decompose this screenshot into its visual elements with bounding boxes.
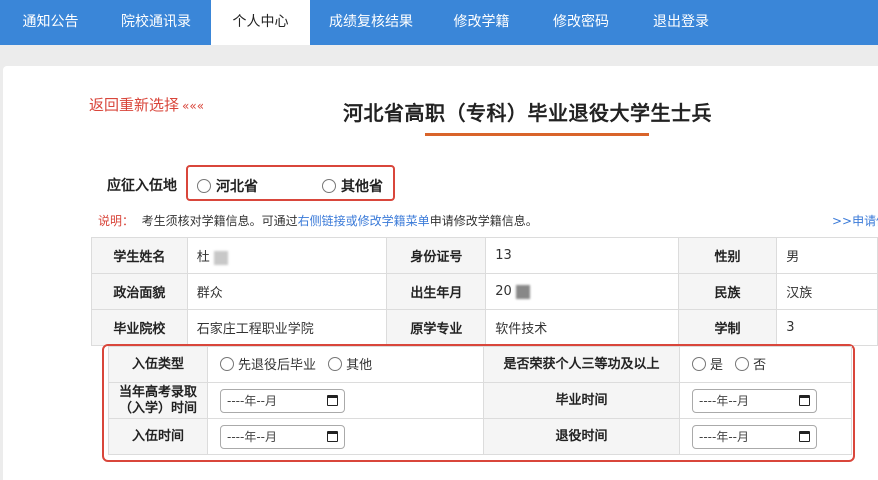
major-label: 原学专业 [386, 309, 487, 346]
admission-time-label: 当年高考录取 （入学）时间 [108, 382, 208, 419]
radio-icon[interactable] [322, 179, 336, 193]
radio-icon[interactable] [735, 356, 750, 371]
retire-date-input[interactable]: ----年--月 [692, 424, 817, 449]
nav-logout[interactable]: 退出登录 [631, 0, 731, 45]
enlist-time-label: 入伍时间 [108, 418, 208, 455]
calendar-icon[interactable] [327, 431, 338, 442]
graduation-time-cell: ----年--月 [679, 382, 852, 419]
nav-notices[interactable]: 通知公告 [0, 0, 101, 45]
school-value: 石家庄工程职业学院 [186, 309, 388, 346]
nav-personal-center[interactable]: 个人中心 [211, 0, 310, 45]
admission-date-input[interactable]: ----年--月 [220, 388, 345, 413]
top-nav: 通知公告 院校通讯录 个人中心 成绩复核结果 修改学籍 修改密码 退出登录 [0, 0, 878, 45]
redacted-mask [515, 284, 530, 299]
birth-date-label: 出生年月 [386, 273, 487, 310]
radio-icon[interactable] [328, 356, 343, 371]
nav-directory[interactable]: 院校通讯录 [101, 0, 211, 45]
student-info-table: 学生姓名 杜 身份证号 13 性别 男 政治面貌 群众 出生年月 20 民族 汉… [91, 237, 878, 346]
honor-option-yes[interactable]: 是 [692, 354, 723, 373]
honor-options: 是 否 [679, 346, 852, 383]
major-value: 软件技术 [485, 309, 679, 346]
graduation-time-label: 毕业时间 [483, 382, 680, 419]
calendar-icon[interactable] [799, 431, 810, 442]
edit-enrollment-link[interactable]: 右侧链接或修改学籍菜单 [298, 214, 430, 228]
gender-label: 性别 [677, 237, 778, 274]
note-text: 说明： 考生须核对学籍信息。可通过右侧链接或修改学籍菜单申请修改学籍信息。 [98, 214, 538, 228]
enlist-type-options: 先退役后毕业 其他 [207, 346, 484, 383]
enlist-type-option-other[interactable]: 其他 [328, 354, 372, 373]
table-row: 当年高考录取 （入学）时间 ----年--月 毕业时间 ----年--月 [108, 382, 852, 419]
admission-time-cell: ----年--月 [207, 382, 484, 419]
enlist-date-input[interactable]: ----年--月 [220, 424, 345, 449]
radio-icon[interactable] [197, 179, 211, 193]
table-row: 入伍时间 ----年--月 退役时间 ----年--月 [108, 418, 852, 455]
birth-date-value: 20 [485, 273, 679, 310]
radio-icon[interactable] [692, 356, 706, 371]
retire-time-cell: ----年--月 [679, 418, 852, 455]
back-reselect-link[interactable]: 返回重新选择 ««« [89, 94, 204, 115]
enlist-type-option-retire-first[interactable]: 先退役后毕业 [220, 354, 316, 373]
table-row: 政治面貌 群众 出生年月 20 民族 汉族 [91, 273, 878, 310]
nav-change-password[interactable]: 修改密码 [531, 0, 631, 45]
school-label: 毕业院校 [91, 309, 188, 346]
calendar-icon[interactable] [327, 395, 338, 406]
table-row: 毕业院校 石家庄工程职业学院 原学专业 软件技术 学制 3 [91, 309, 878, 346]
honor-label: 是否荣获个人三等功及以上 [483, 346, 680, 383]
retire-time-label: 退役时间 [483, 418, 680, 455]
title-underline [425, 133, 649, 136]
political-status-value: 群众 [186, 273, 388, 310]
page-title: 河北省高职（专科）毕业退役大学生士兵 [343, 101, 712, 125]
gender-value: 男 [776, 237, 878, 274]
id-number-value: 13 [485, 237, 679, 274]
enlist-type-label: 入伍类型 [108, 346, 208, 383]
double-arrow-left-icon: ««« [182, 99, 205, 113]
radio-icon[interactable] [220, 356, 234, 371]
id-number-label: 身份证号 [386, 237, 487, 274]
apply-edit-link[interactable]: >>申请修 [832, 212, 878, 229]
enlist-time-cell: ----年--月 [207, 418, 484, 455]
calendar-icon[interactable] [799, 395, 810, 406]
back-link-label: 返回重新选择 [89, 96, 180, 114]
enlist-place-label: 应征入伍地 [107, 178, 177, 194]
ethnicity-value: 汉族 [776, 273, 878, 310]
nav-edit-enrollment[interactable]: 修改学籍 [432, 0, 531, 45]
political-status-label: 政治面貌 [91, 273, 188, 310]
table-row: 入伍类型 先退役后毕业 其他 是否荣获个人三等功及以上 是 否 [108, 346, 852, 383]
table-row: 学生姓名 杜 身份证号 13 性别 男 [91, 237, 878, 274]
enlist-place-option-hebei[interactable]: 河北省 [197, 176, 258, 196]
duration-value: 3 [776, 309, 878, 346]
service-info-table: 入伍类型 先退役后毕业 其他 是否荣获个人三等功及以上 是 否 当年高考录取 （入… [108, 346, 852, 455]
name-label: 学生姓名 [91, 237, 188, 274]
ethnicity-label: 民族 [677, 273, 778, 310]
redacted-mask [213, 250, 228, 265]
duration-label: 学制 [677, 309, 778, 346]
graduation-date-input[interactable]: ----年--月 [692, 388, 817, 413]
honor-option-no[interactable]: 否 [735, 354, 766, 373]
nav-score-review[interactable]: 成绩复核结果 [310, 0, 432, 45]
name-value: 杜 [186, 237, 388, 274]
enlist-place-option-other[interactable]: 其他省 [322, 176, 383, 196]
